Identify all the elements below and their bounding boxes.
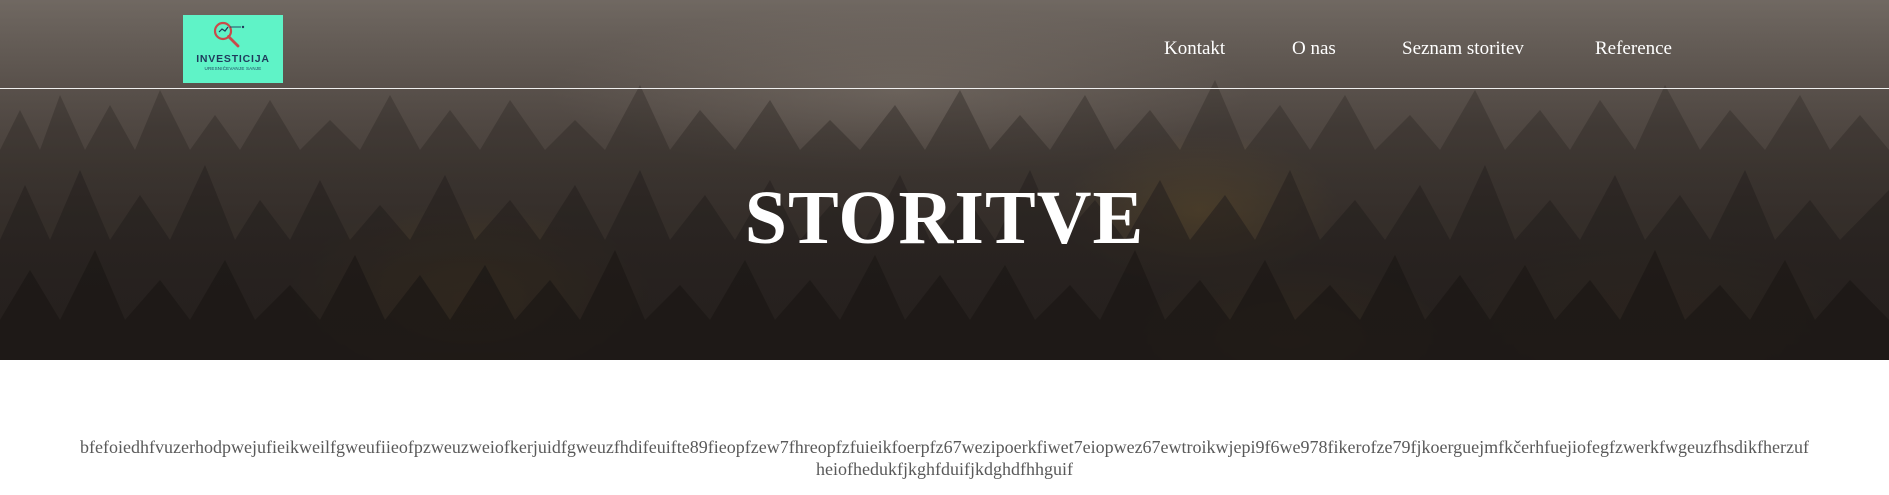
hero-banner: INVESTICIJA URESNIČEVANJE SANJE Kontakt … [0,0,1889,360]
nav-item-o-nas[interactable]: O nas [1292,38,1336,60]
top-navbar: INVESTICIJA URESNIČEVANJE SANJE Kontakt … [0,0,1889,89]
nav-item-seznam-storitev[interactable]: Seznam storitev [1402,38,1524,60]
content-text: bfefoiedhfvuzerhodpwejufieikweilfgweufii… [80,437,1809,479]
logo-subtitle: URESNIČEVANJE SANJE [204,66,262,71]
main-navigation: Kontakt O nas Seznam storitev Reference [0,38,1889,66]
nav-item-kontakt[interactable]: Kontakt [1164,38,1225,60]
page-title: STORITVE [744,176,1145,260]
nav-item-reference[interactable]: Reference [1595,38,1672,60]
